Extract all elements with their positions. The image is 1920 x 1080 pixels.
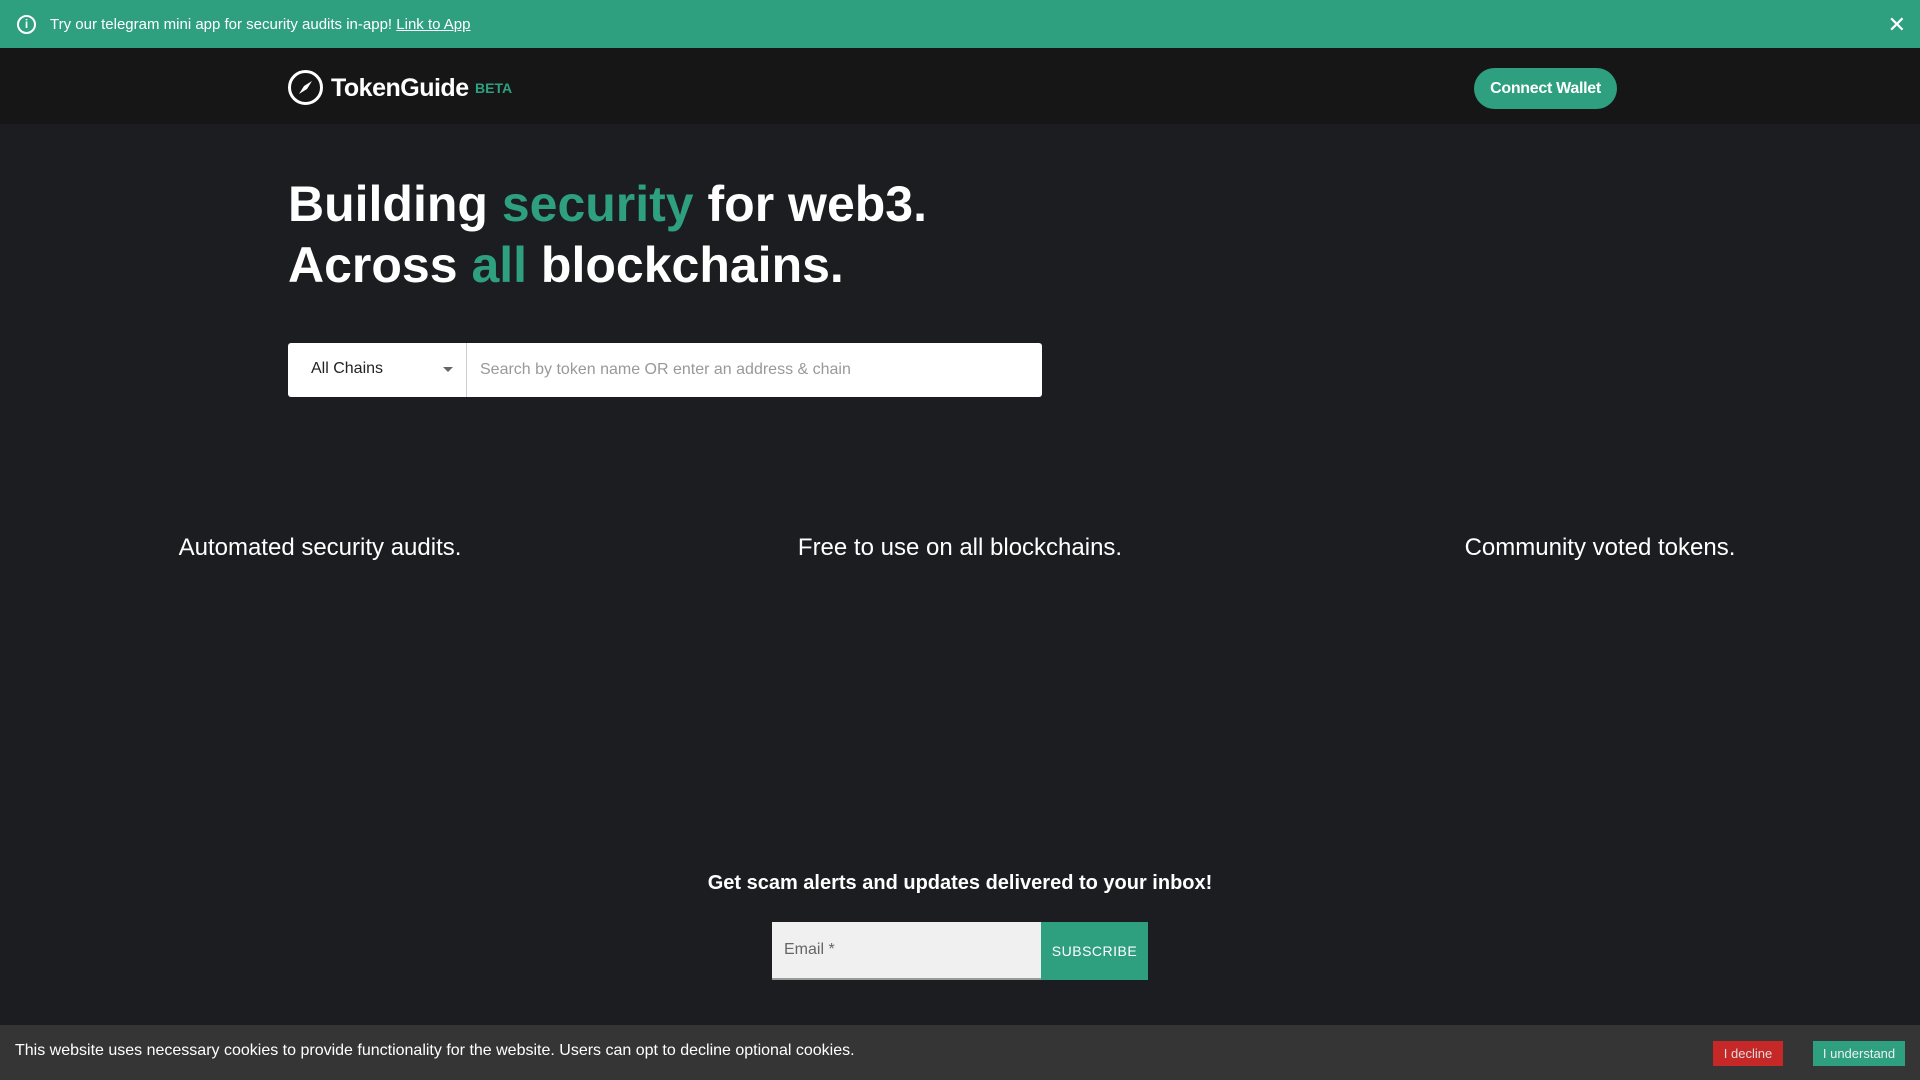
email-field[interactable]: Email * [772,922,1041,980]
feature-free: Free to use on all blockchains. [797,534,1123,561]
banner-message: Try our telegram mini app for security a… [50,15,393,33]
hero-text: Building [288,176,502,232]
decline-button[interactable]: I decline [1713,1041,1783,1066]
beta-badge: BETA [475,80,513,96]
compass-logo-icon[interactable] [288,70,323,105]
info-icon: i [17,15,36,34]
cookie-text: This website uses necessary cookies to p… [15,1042,855,1059]
connect-wallet-button[interactable]: Connect Wallet [1474,68,1617,109]
hero-highlight: security [501,176,694,232]
hero-text: for web3. [693,176,927,232]
cookie-bar: This website uses necessary cookies to p… [0,1025,1920,1080]
search-input[interactable] [466,343,1042,397]
newsletter-title: Get scam alerts and updates delivered to… [707,872,1213,894]
chain-select-value: All Chains [311,360,384,377]
hero-highlight: all [471,237,528,293]
hero-line-1: Building security for web3. [288,174,927,235]
announcement-banner: i Try our telegram mini app for security… [0,0,1920,48]
subscribe-button[interactable]: SUBSCRIBE [1041,922,1148,980]
link-to-app[interactable]: Link to App [396,16,470,33]
logo[interactable]: TokenGuide [331,74,469,103]
chevron-down-icon [443,367,453,372]
hero-text: Across [288,237,472,293]
chain-select[interactable]: All Chains [288,343,466,397]
hero-line-2: Across all blockchains. [288,235,844,296]
feature-community: Community voted tokens. [1464,534,1736,561]
accept-button[interactable]: I understand [1813,1041,1905,1066]
hero-text: blockchains. [527,237,844,293]
feature-audits: Automated security audits. [178,534,462,561]
close-icon[interactable]: ✕ [1888,12,1906,38]
email-label: Email * [784,941,835,958]
